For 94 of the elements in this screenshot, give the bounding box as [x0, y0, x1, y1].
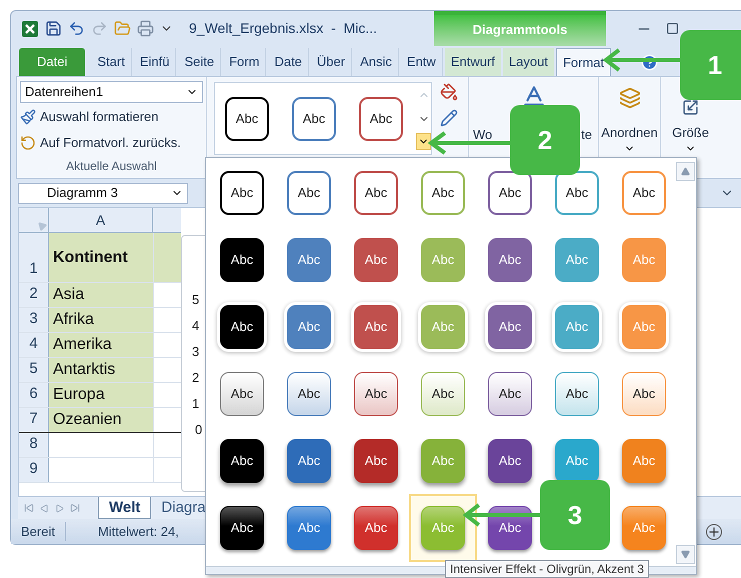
help-icon[interactable] [641, 54, 658, 71]
spreadsheet-app-icon[interactable] [21, 20, 39, 38]
style-tile[interactable]: Abc [354, 439, 398, 483]
style-tile[interactable]: Abc [555, 372, 599, 416]
table-cell: Amerika [49, 333, 153, 357]
style-tile[interactable]: Abc [354, 305, 398, 349]
style-tile[interactable]: Abc [220, 372, 264, 416]
style-tile[interactable]: Abc [421, 171, 465, 215]
ribbon-command[interactable]: Auswahl formatieren [20, 105, 203, 129]
ribbon-label[interactable]: Anordnen [601, 123, 658, 142]
table-cell: Antarktis [49, 358, 153, 382]
resize-icon[interactable] [682, 99, 699, 116]
tooltip: Intensiver Effekt - Olivgrün, Akzent 3 [445, 560, 649, 578]
row-header[interactable]: 5 [19, 358, 49, 382]
ribbon-tab[interactable]: Layout [502, 48, 554, 76]
step-callout: 2 [510, 105, 580, 175]
style-tile[interactable]: Abc [555, 171, 599, 215]
context-tab-header: Diagrammtools [434, 10, 606, 46]
undo-icon[interactable] [68, 20, 85, 37]
table-cell: Europa [49, 383, 153, 407]
row-header[interactable]: 6 [19, 383, 49, 407]
axis-label: 4 [192, 317, 200, 335]
style-tile[interactable]: Abc [354, 372, 398, 416]
style-tile[interactable]: Abc [225, 96, 269, 140]
step-callout: 1 [680, 30, 741, 100]
style-tile[interactable]: Abc [488, 238, 532, 282]
pencil-icon[interactable] [440, 109, 458, 127]
reset-icon [20, 135, 36, 151]
ribbon-label: te [581, 126, 592, 144]
step-callout: 3 [540, 480, 610, 550]
axis-label: 0 [194, 421, 204, 439]
style-tile[interactable]: Abc [488, 506, 532, 550]
axis-label: 2 [192, 369, 200, 387]
style-tile[interactable]: Abc [354, 238, 398, 282]
style-tile[interactable]: Abc [287, 506, 331, 550]
save-icon[interactable] [45, 20, 62, 37]
style-tile[interactable]: Abc [220, 439, 264, 483]
style-tile[interactable]: Abc [287, 305, 331, 349]
name-box[interactable]: Diagramm 3 [18, 182, 188, 204]
selection-dropdown[interactable]: Datenreihen1 [20, 81, 203, 103]
maximize-icon[interactable] [666, 22, 679, 35]
style-tile[interactable]: Abc [354, 506, 398, 550]
brush-icon [20, 109, 36, 125]
style-tile[interactable]: Abc [488, 372, 532, 416]
row-header[interactable]: 8 [19, 433, 49, 457]
table-cell: Asia [49, 283, 153, 307]
style-tile[interactable]: Abc [622, 372, 666, 416]
more-styles-button[interactable] [416, 133, 431, 150]
scroll-down-icon[interactable] [681, 550, 690, 559]
fill-icon[interactable] [440, 83, 458, 101]
group-label: Aktuelle Auswahl [65, 158, 158, 175]
style-tile[interactable]: Abc [292, 96, 336, 140]
axis-label: 3 [192, 343, 200, 361]
axis-label: 1 [192, 395, 200, 413]
style-tile[interactable]: Abc [287, 372, 331, 416]
row-header[interactable]: 1 [19, 233, 49, 282]
sheet-tab[interactable]: Welt [98, 497, 152, 519]
style-tile[interactable]: Abc [220, 305, 264, 349]
style-tile[interactable]: Abc [220, 238, 264, 282]
status-text: Mittelwert: 24, [98, 522, 179, 541]
printer-icon[interactable] [137, 20, 154, 37]
table-cell: Ozeanien [49, 408, 153, 432]
ribbon-command[interactable]: Auf Formatvorl. zurücks. [20, 131, 203, 155]
style-tile[interactable]: Abc [488, 305, 532, 349]
style-tile[interactable]: Abc [287, 238, 331, 282]
style-tile[interactable]: Abc [220, 506, 264, 550]
style-tile[interactable]: Abc [622, 171, 666, 215]
style-tile[interactable]: Abc [287, 439, 331, 483]
ribbon-tab[interactable]: Format [556, 48, 612, 76]
table-cell: Kontinent [49, 233, 153, 282]
ribbon-label[interactable]: Größe [672, 123, 709, 142]
status-text: Bereit [11, 522, 66, 542]
sheet-tab[interactable]: Diagra [151, 497, 216, 519]
scroll-up-icon[interactable] [681, 167, 690, 176]
ribbon-tab[interactable]: Entwurf [444, 48, 501, 76]
table-cell: Afrika [49, 308, 153, 332]
style-tile[interactable]: Abc [488, 171, 532, 215]
style-tile[interactable]: Abc [287, 171, 331, 215]
layers-icon[interactable] [618, 87, 640, 109]
axis-label: 5 [192, 291, 200, 309]
style-tile[interactable]: Abc [421, 372, 465, 416]
style-tile[interactable]: Abc [220, 171, 264, 215]
row-header[interactable]: 7 [19, 408, 49, 432]
window-title: 9_Welt_Ergebnis.xlsx - Mic... [189, 19, 378, 38]
row-header[interactable]: 3 [19, 308, 49, 332]
row-header[interactable]: 9 [19, 458, 49, 482]
ribbon-label: Wo [473, 126, 492, 144]
row-header[interactable]: 2 [19, 283, 49, 307]
style-tile[interactable]: Abc [354, 171, 398, 215]
style-tile[interactable]: Abc [359, 96, 403, 140]
row-header[interactable]: 4 [19, 333, 49, 357]
zoom-in-icon[interactable] [706, 524, 722, 540]
style-tile[interactable]: Abc [488, 439, 532, 483]
ribbon-tab[interactable]: Datei [19, 48, 86, 76]
